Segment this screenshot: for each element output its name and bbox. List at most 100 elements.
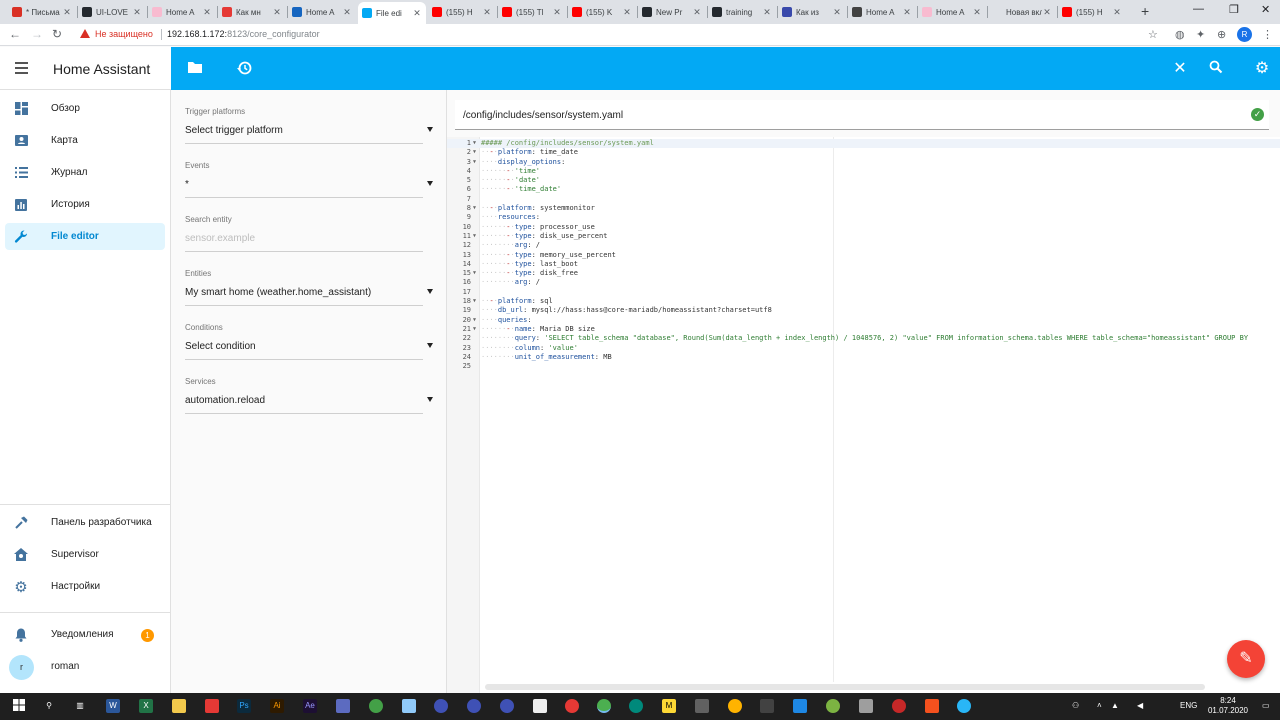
fold-toggle-icon[interactable]: ▼ [473, 158, 476, 167]
clock[interactable]: 8:24 01.07.2020 [1203, 696, 1253, 716]
extensions-icon[interactable]: ✦ [1196, 28, 1205, 41]
app-icon[interactable] [336, 699, 350, 713]
app-icon[interactable] [533, 699, 547, 713]
browser-tab[interactable]: (155) Tl ✕ [498, 2, 566, 22]
tab-close-icon[interactable]: ✕ [62, 7, 72, 18]
profile-avatar[interactable]: R [1237, 27, 1252, 42]
app-icon[interactable] [826, 699, 840, 713]
browser-tab[interactable]: File edi ✕ [358, 2, 426, 24]
browser-tab[interactable]: training ✕ [708, 2, 776, 22]
app-icon[interactable] [859, 699, 873, 713]
app-icon[interactable]: M [662, 699, 676, 713]
sidebar-item-file-editor[interactable]: File editor [5, 223, 165, 250]
tab-close-icon[interactable]: ✕ [412, 8, 422, 19]
forward-icon[interactable]: → [31, 27, 43, 41]
notification-center-icon[interactable]: ▭ [1262, 701, 1270, 710]
tab-close-icon[interactable]: ✕ [132, 7, 142, 18]
app-icon[interactable] [565, 699, 579, 713]
back-icon[interactable]: ← [9, 27, 21, 41]
code-line[interactable]: 2 ▼ ··-·platform: time_date [447, 148, 1280, 157]
app-icon[interactable] [434, 699, 448, 713]
minimize-icon[interactable]: — [1193, 3, 1204, 15]
events-select[interactable]: Events * [185, 161, 433, 205]
sidebar-item-settings[interactable]: ⚙ Настройки [5, 573, 165, 600]
after-effects-icon[interactable]: Ae [303, 699, 317, 713]
language-indicator[interactable]: ENG [1180, 701, 1197, 710]
tab-close-icon[interactable]: ✕ [622, 7, 632, 18]
sidebar-item-logbook[interactable]: Журнал [5, 159, 165, 186]
windows-start-icon[interactable] [12, 699, 26, 713]
app-icon[interactable] [500, 699, 514, 713]
code-line[interactable]: 21 ▼ ······-·name: Maria DB size [447, 325, 1280, 334]
browser-tab[interactable]: (155) K ✕ [568, 2, 636, 22]
browser-tab[interactable]: Home A ✕ [148, 2, 216, 22]
close-icon[interactable]: ✕ [1171, 60, 1189, 78]
code-line[interactable]: 14 ······-·type: last_boot [447, 260, 1280, 269]
tab-close-icon[interactable]: ✕ [762, 7, 772, 18]
menu-icon[interactable] [15, 62, 28, 74]
browser-tab[interactable]: (155) H ✕ [1058, 2, 1126, 22]
history-icon[interactable] [235, 60, 253, 78]
pdf-icon[interactable] [205, 699, 219, 713]
app-icon[interactable] [402, 699, 416, 713]
network-icon[interactable]: ▲ [1111, 701, 1119, 710]
browser-tab[interactable]: New Pr ✕ [638, 2, 706, 22]
app-icon[interactable] [892, 699, 906, 713]
search-icon[interactable] [1207, 60, 1225, 78]
app-icon[interactable] [369, 699, 383, 713]
edit-fab-button[interactable]: ✎ [1227, 640, 1265, 678]
browser-tab[interactable]: Как мн ✕ [218, 2, 286, 22]
browser-tab[interactable]: UI-LOVE ✕ [78, 2, 146, 22]
reload-icon[interactable]: ↻ [52, 27, 62, 41]
code-line[interactable]: 24 ········unit_of_measurement: MB [447, 353, 1280, 362]
code-line[interactable]: 19 ····db_url: mysql://hass:hass@core-mar… [447, 306, 1280, 315]
services-select[interactable]: Services automation.reload [185, 377, 433, 421]
sidebar-item-history[interactable]: История [5, 191, 165, 218]
file-path-field[interactable]: /config/includes/sensor/system.yaml ✓ [455, 100, 1269, 130]
app-icon[interactable] [925, 699, 939, 713]
code-line[interactable]: 16 ········arg: / [447, 278, 1280, 287]
folder-icon[interactable] [186, 60, 204, 78]
code-line[interactable]: 9 ····resources: [447, 213, 1280, 222]
code-line[interactable]: 10 ······-·type: processor_use [447, 223, 1280, 232]
tab-close-icon[interactable]: ✕ [482, 7, 492, 18]
tab-close-icon[interactable]: ✕ [1042, 7, 1052, 18]
sidebar-item-developer-tools[interactable]: Панель разработчика [5, 509, 165, 536]
fold-toggle-icon[interactable]: ▼ [473, 297, 476, 306]
trigger-platform-select[interactable]: Trigger platforms Select trigger platfor… [185, 107, 433, 151]
tab-close-icon[interactable]: ✕ [202, 7, 212, 18]
extension-icon[interactable]: ⊕ [1217, 28, 1226, 41]
sidebar-item-supervisor[interactable]: Supervisor [5, 541, 165, 568]
tab-close-icon[interactable]: ✕ [832, 7, 842, 18]
tab-close-icon[interactable]: ✕ [1112, 7, 1122, 18]
browser-tab[interactable]: Home A ✕ [288, 2, 356, 22]
task-view-icon[interactable]: ▥ [73, 699, 87, 713]
code-line[interactable]: 1 ▼ ##### /config/includes/sensor/system.y… [447, 139, 1280, 149]
maximize-icon[interactable]: ❐ [1229, 3, 1239, 16]
code-line[interactable]: 17 [447, 288, 1280, 297]
telegram-icon[interactable] [957, 699, 971, 713]
illustrator-icon[interactable]: Ai [270, 699, 284, 713]
photoshop-icon[interactable]: Ps [237, 699, 251, 713]
fold-toggle-icon[interactable]: ▼ [473, 269, 476, 278]
code-editor[interactable]: 1 ▼ ##### /config/includes/sensor/system.y… [447, 137, 1280, 693]
app-icon[interactable] [467, 699, 481, 713]
code-line[interactable]: 13 ······-·type: memory_use_percent [447, 251, 1280, 260]
code-line[interactable]: 15 ▼ ······-·type: disk_free [447, 269, 1280, 278]
people-icon[interactable]: ⚇ [1072, 701, 1079, 710]
app-icon[interactable] [760, 699, 774, 713]
browser-tab[interactable]: * Письма ✕ [8, 2, 76, 22]
settings-icon[interactable]: ⚙ [1253, 60, 1271, 78]
code-line[interactable]: 20 ▼ ····queries: [447, 316, 1280, 325]
explorer-icon[interactable] [172, 699, 186, 713]
fold-toggle-icon[interactable]: ▼ [473, 325, 476, 334]
tab-close-icon[interactable]: ✕ [902, 7, 912, 18]
url-field[interactable]: 192.168.1.172:8123/core_configurator [167, 29, 320, 39]
globe-icon[interactable]: ◍ [1175, 28, 1185, 41]
conditions-select[interactable]: Conditions Select condition [185, 323, 433, 367]
browser-tab[interactable]: Home A ✕ [918, 2, 986, 22]
code-line[interactable]: 12 ········arg: / [447, 241, 1280, 250]
tray-overflow-icon[interactable]: ˄ [1097, 701, 1102, 710]
chrome-icon[interactable] [597, 699, 611, 713]
close-window-icon[interactable]: ✕ [1261, 3, 1270, 16]
